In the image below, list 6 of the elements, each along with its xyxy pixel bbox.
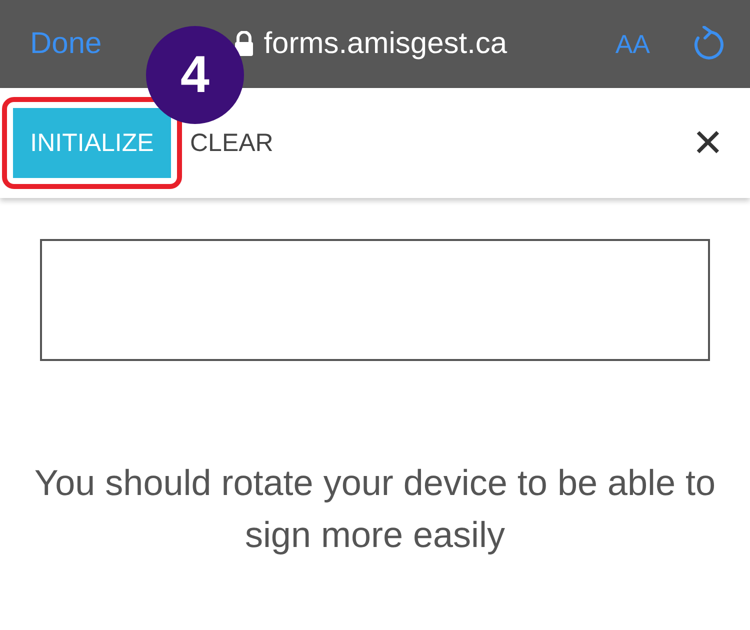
lock-icon xyxy=(234,31,254,57)
signature-field[interactable] xyxy=(40,239,710,361)
rotate-message: You should rotate your device to be able to sign more easily xyxy=(33,461,717,557)
close-button[interactable]: ✕ xyxy=(692,120,724,166)
url-text[interactable]: forms.amisgest.ca xyxy=(264,27,508,61)
clear-button[interactable]: CLEAR xyxy=(188,126,276,160)
